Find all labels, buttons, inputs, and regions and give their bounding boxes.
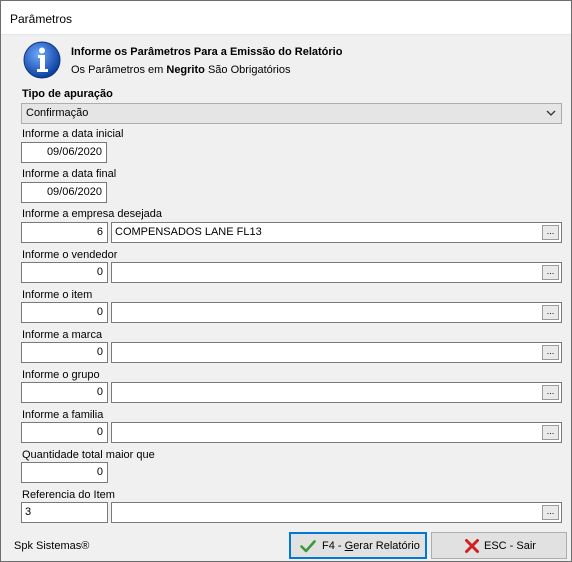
grupo-label: Informe o grupo (22, 369, 100, 381)
familia-code-value: 0 (96, 426, 103, 438)
quantidade-label: Quantidade total maior que (22, 449, 155, 461)
header-title: Informe os Parâmetros Para a Emissão do … (71, 46, 343, 58)
gerar-relatorio-label: F4 - Gerar Relatório (322, 540, 420, 552)
tipo-apuracao-label: Tipo de apuração (22, 88, 113, 100)
marca-lookup-button[interactable]: ... (542, 345, 559, 360)
quantidade-input[interactable]: 0 (21, 462, 108, 483)
marca-code-value: 0 (96, 346, 103, 358)
data-final-input[interactable]: 09/06/2020 (21, 182, 107, 203)
data-inicial-label: Informe a data inicial (22, 128, 124, 140)
header-sub-suffix: São Obrigatórios (207, 64, 291, 76)
familia-lookup-button[interactable]: ... (542, 425, 559, 440)
referencia-code-value: 3 (25, 506, 32, 518)
empresa-code-input[interactable]: 6 (21, 222, 108, 243)
tipo-apuracao-select[interactable]: Confirmação (21, 103, 562, 124)
referencia-label: Referencia do Item (22, 489, 115, 501)
info-header: Informe os Parâmetros Para a Emissão do … (23, 41, 553, 81)
brand-label: Spk Sistemas® (14, 540, 90, 552)
familia-label: Informe a familia (22, 409, 104, 421)
familia-code-input[interactable]: 0 (21, 422, 108, 443)
grupo-code-input[interactable]: 0 (21, 382, 108, 403)
gerar-prefix: F4 - (322, 540, 345, 552)
header-subtitle: Os Parâmetros em Negrito São Obrigatório… (71, 64, 290, 76)
info-icon (23, 41, 61, 79)
item-desc-field[interactable]: ... (111, 302, 562, 323)
gerar-mnemonic: G (344, 540, 354, 552)
data-inicial-value: 09/06/2020 (46, 146, 102, 158)
marca-desc-field[interactable]: ... (111, 342, 562, 363)
familia-desc-field[interactable]: ... (111, 422, 562, 443)
vendedor-lookup-button[interactable]: ... (542, 265, 559, 280)
referencia-lookup-button[interactable]: ... (542, 505, 559, 520)
header-sub-bold: Negrito (166, 64, 205, 76)
vendedor-label: Informe o vendedor (22, 249, 118, 261)
empresa-label: Informe a empresa desejada (22, 208, 163, 220)
sair-button[interactable]: ESC - Sair (431, 532, 567, 559)
data-final-label: Informe a data final (22, 168, 117, 180)
item-label: Informe o item (22, 289, 93, 301)
grupo-lookup-button[interactable]: ... (542, 385, 559, 400)
header-sub-prefix: Os Parâmetros em (71, 64, 164, 76)
data-final-value: 09/06/2020 (46, 186, 102, 198)
referencia-desc-field[interactable]: ... (111, 502, 562, 523)
empresa-desc-field[interactable]: COMPENSADOS LANE FL13 ... (111, 222, 562, 243)
tipo-apuracao-value: Confirmação (26, 107, 89, 119)
sair-label: ESC - Sair (484, 540, 536, 552)
window-title: Parâmetros (10, 12, 73, 26)
gerar-suffix: erar Relatório (353, 540, 420, 552)
parametros-dialog: Parâmetros Informe os Parâmetros Para a … (0, 0, 572, 562)
title-bar: Parâmetros (1, 1, 571, 35)
grupo-code-value: 0 (96, 386, 103, 398)
item-code-input[interactable]: 0 (21, 302, 108, 323)
checkmark-icon (300, 540, 316, 553)
chevron-down-icon[interactable] (545, 107, 557, 119)
vendedor-desc-field[interactable]: ... (111, 262, 562, 283)
item-code-value: 0 (96, 306, 103, 318)
marca-code-input[interactable]: 0 (21, 342, 108, 363)
item-lookup-button[interactable]: ... (542, 305, 559, 320)
empresa-code-value: 6 (96, 226, 103, 238)
grupo-desc-field[interactable]: ... (111, 382, 562, 403)
marca-label: Informe a marca (22, 329, 103, 341)
red-x-icon (465, 539, 479, 553)
referencia-code-input[interactable]: 3 (21, 502, 108, 523)
data-inicial-input[interactable]: 09/06/2020 (21, 142, 107, 163)
empresa-desc-value: COMPENSADOS LANE FL13 (115, 226, 262, 238)
vendedor-code-input[interactable]: 0 (21, 262, 108, 283)
gerar-relatorio-button[interactable]: F4 - Gerar Relatório (289, 532, 427, 559)
quantidade-value: 0 (96, 466, 103, 478)
empresa-lookup-button[interactable]: ... (542, 225, 559, 240)
vendedor-code-value: 0 (96, 266, 103, 278)
